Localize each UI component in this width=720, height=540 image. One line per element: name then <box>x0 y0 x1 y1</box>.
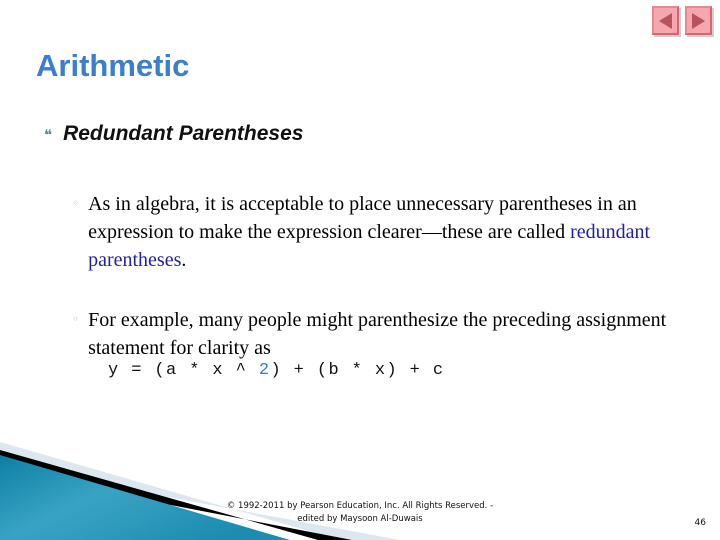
triangle-right-icon <box>692 12 705 29</box>
quote-bullet-icon: ❝ <box>44 126 53 144</box>
bullet-item-2: ◦ For example, many people might parenth… <box>72 306 672 362</box>
bullet-1-text-before: As in algebra, it is acceptable to place… <box>88 193 637 243</box>
bullet-item-1: ◦ As in algebra, it is acceptable to pla… <box>72 190 684 274</box>
triangle-left-icon <box>659 12 672 29</box>
slide-navigation <box>652 6 712 35</box>
code-exponent: 2 <box>258 361 271 380</box>
footer-line-2: edited by Maysoon Al-Duwais <box>297 514 423 524</box>
previous-slide-button[interactable] <box>652 6 679 35</box>
code-expression: y = (a * x ^ 2) + (b * x) + c <box>108 361 444 380</box>
heading-bullet: ❝ Redundant Parentheses <box>44 122 303 146</box>
footer-credit: © 1992-2011 by Pearson Education, Inc. A… <box>0 500 720 526</box>
code-suffix: ) + (b * x) + c <box>270 361 445 380</box>
slide-title: Arithmetic <box>36 48 190 83</box>
next-slide-button[interactable] <box>685 6 712 35</box>
teal-triangle-shape <box>0 455 290 540</box>
heading-bullet-label: Redundant Parentheses <box>63 122 304 145</box>
circle-bullet-icon: ◦ <box>72 196 80 210</box>
page-number: 46 <box>694 518 706 528</box>
slide-canvas: Arithmetic ❝ Redundant Parentheses ◦ As … <box>0 0 720 540</box>
bullet-item-1-text: As in algebra, it is acceptable to place… <box>88 190 684 274</box>
code-prefix: y = (a * x ^ <box>108 361 259 380</box>
bullet-item-2-text: For example, many people might parenthes… <box>88 309 667 359</box>
footer-line-1: © 1992-2011 by Pearson Education, Inc. A… <box>226 501 494 511</box>
black-stripe-shape <box>0 450 352 540</box>
circle-bullet-icon: ◦ <box>72 312 80 326</box>
bullet-1-text-after: . <box>181 249 187 271</box>
